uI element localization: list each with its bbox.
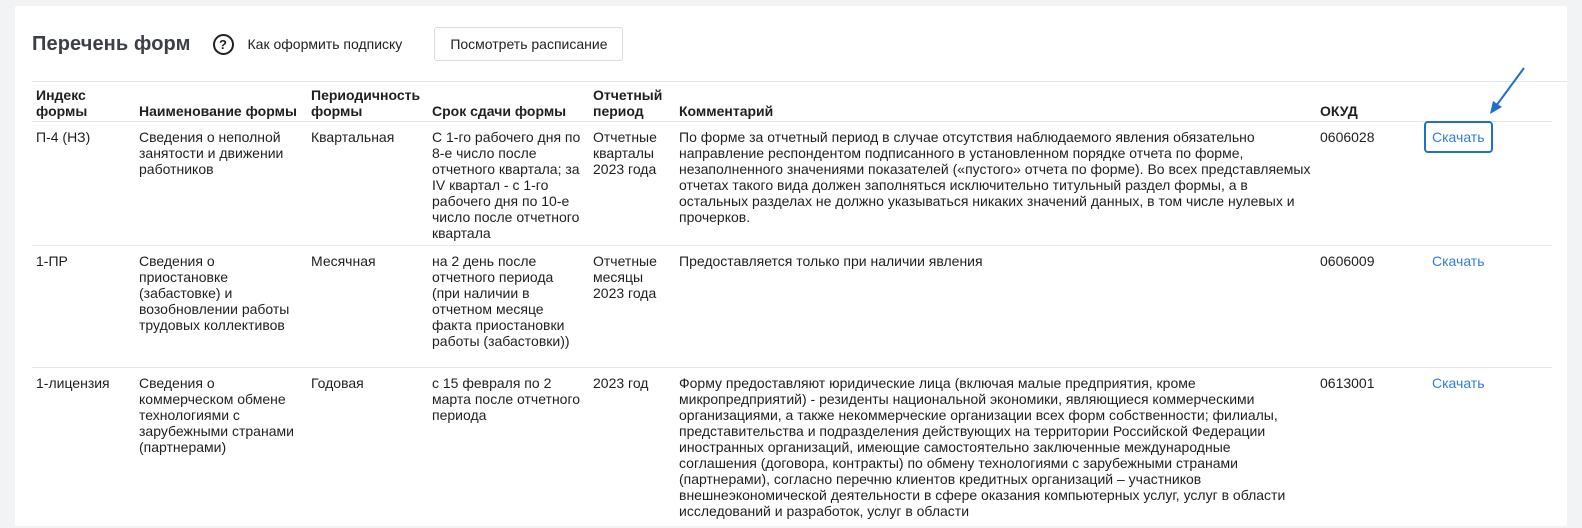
table-row: П-4 (НЗ) Сведения о неполной занятости и… (32, 121, 1552, 246)
form-comment: По форме за отчетный период в случае отс… (679, 129, 1311, 225)
table-row: 1-ПР Сведения о приостановке (забастовке… (32, 246, 1552, 368)
download-cell: Скачать (1428, 246, 1548, 367)
form-name: Сведения о приостановке (забастовке) и в… (139, 253, 290, 333)
download-cell: Скачать (1424, 121, 1548, 245)
form-report-period: 2023 год (593, 375, 649, 391)
form-report-period: Отчетные месяцы 2023 года (593, 253, 657, 301)
form-name: Сведения о коммерческом обмене технологи… (139, 375, 294, 455)
download-link[interactable]: Скачать (1424, 121, 1493, 153)
form-okud: 0613001 (1320, 375, 1375, 391)
column-header-index: Индекс формы (36, 87, 88, 119)
form-periodicity: Месячная (311, 253, 376, 269)
form-index: П-4 (НЗ) (36, 129, 91, 145)
annotation-arrow-icon (1490, 67, 1525, 114)
question-circle-icon: ? (212, 33, 234, 55)
form-comment: Форму предоставляют юридические лица (вк… (679, 375, 1286, 519)
form-deadline: с 15 февраля по 2 марта после отчетного … (432, 375, 581, 423)
form-comment: Предоставляется только при наличии явлен… (679, 253, 983, 269)
subscription-help-label: Как оформить подписку (247, 36, 403, 52)
column-header-name: Наименование формы (139, 103, 297, 119)
column-header-periodicity: Периодичность формы (311, 87, 421, 119)
view-schedule-button[interactable]: Посмотреть расписание (434, 27, 624, 61)
form-index: 1-лицензия (36, 375, 110, 391)
column-header-report-period: Отчетный период (593, 87, 663, 119)
table-row: 1-лицензия Сведения о коммерческом обмен… (32, 368, 1552, 528)
column-header-okud: ОКУД (1320, 103, 1358, 119)
form-deadline: С 1-го рабочего дня по 8-е число после о… (432, 129, 581, 241)
form-name: Сведения о неполной занятости и движении… (139, 129, 284, 177)
form-deadline: на 2 день после отчетного периода (при н… (432, 253, 570, 349)
column-header-comment: Комментарий (679, 103, 774, 119)
form-periodicity: Квартальная (311, 129, 395, 145)
form-index: 1-ПР (36, 253, 68, 269)
table-header-row: Индекс формы Наименование формы Периодич… (32, 82, 1552, 122)
form-report-period: Отчетные кварталы 2023 года (593, 129, 657, 177)
form-okud: 0606009 (1320, 253, 1375, 269)
forms-table: Индекс формы Наименование формы Периодич… (32, 82, 1552, 528)
subscription-help-link[interactable]: ? Как оформить подписку (212, 33, 403, 55)
download-cell: Скачать (1428, 368, 1548, 528)
form-okud: 0606028 (1320, 129, 1375, 145)
column-header-deadline: Срок сдачи формы (432, 103, 567, 119)
page-title: Перечень форм (32, 32, 191, 55)
form-periodicity: Годовая (311, 375, 364, 391)
download-link[interactable]: Скачать (1432, 253, 1485, 269)
download-link[interactable]: Скачать (1432, 375, 1485, 391)
page-header: Перечень форм ? Как оформить подписку По… (32, 27, 624, 61)
